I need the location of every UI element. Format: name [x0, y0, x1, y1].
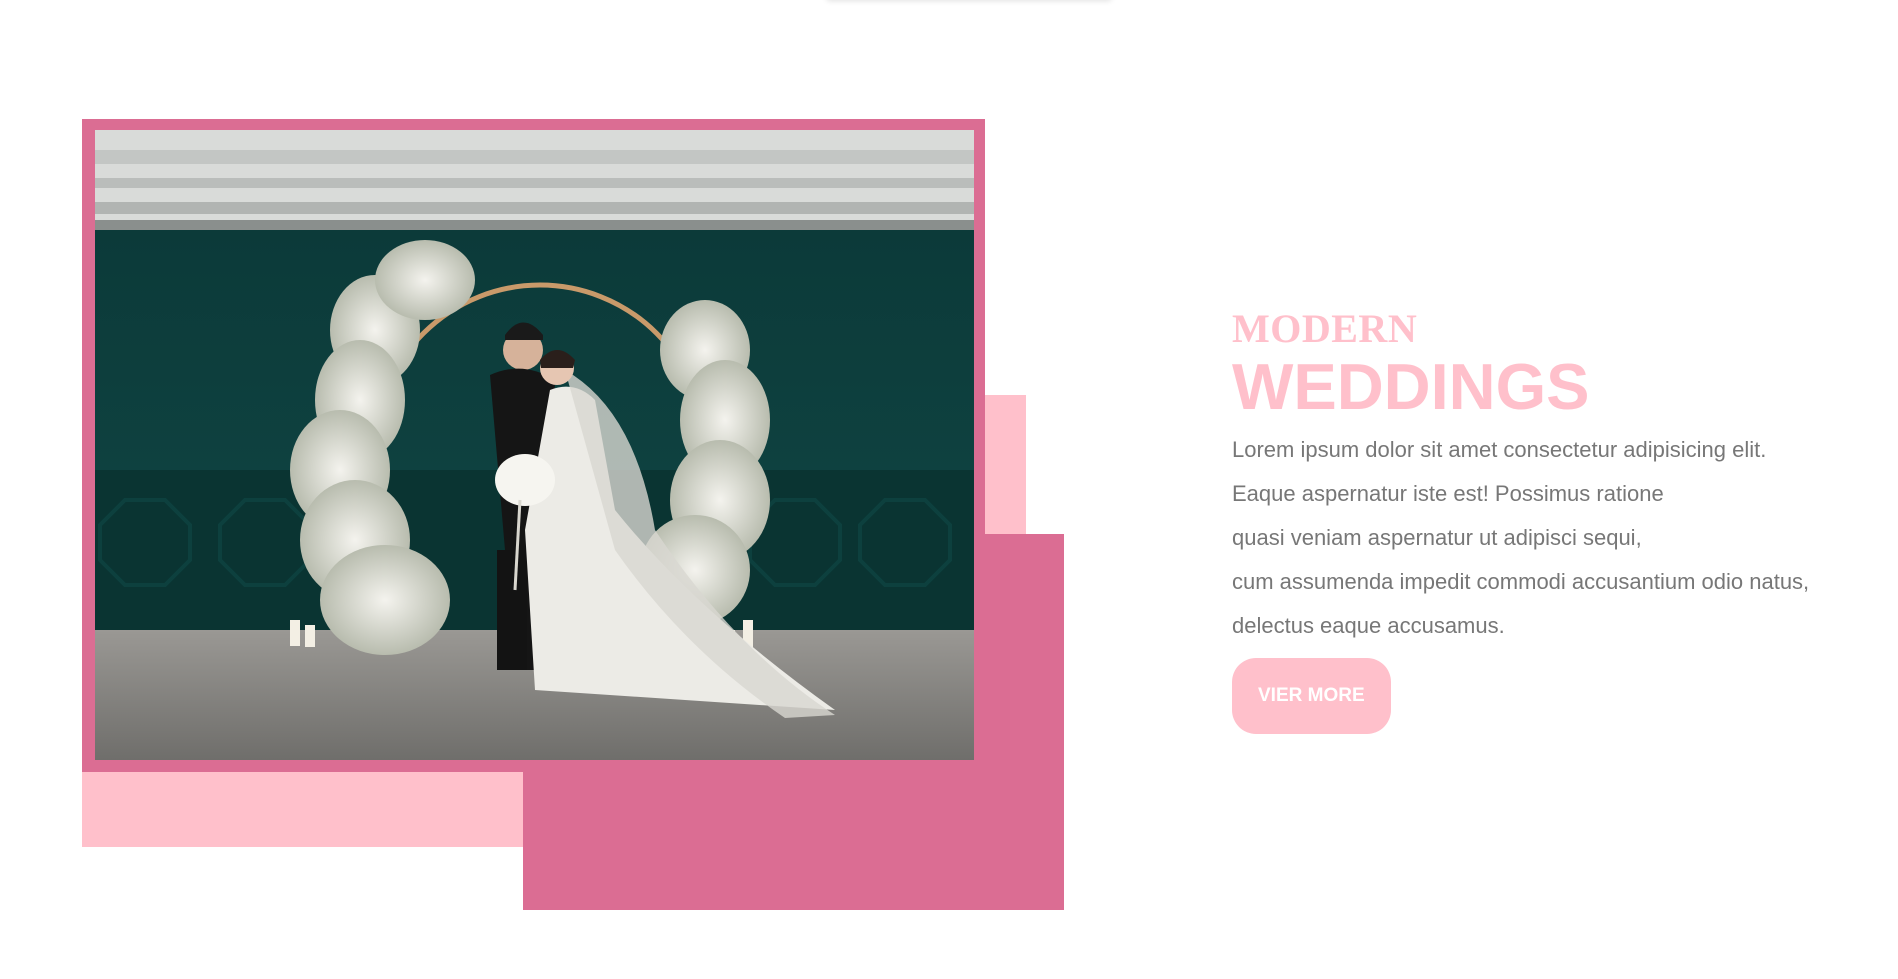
hero-body-line: quasi veniam aspernatur ut adipisci sequ… — [1232, 525, 1642, 550]
hero-body: Lorem ipsum dolor sit amet consectetur a… — [1232, 428, 1872, 648]
hero-kicker: MODERN — [1232, 306, 1418, 351]
view-more-button[interactable]: VIER MORE — [1232, 658, 1391, 734]
decor-block-light-bottom — [82, 772, 523, 847]
hero-body-line: cum assumenda impedit commodi accusantiu… — [1232, 569, 1810, 594]
decor-block-light-right — [985, 395, 1026, 534]
hero-body-line: Eaque aspernatur iste est! Possimus rati… — [1232, 481, 1664, 506]
hero-text: MODERN WEDDINGS Lorem ipsum dolor sit am… — [1232, 306, 1872, 734]
hero-body-line: Lorem ipsum dolor sit amet consectetur a… — [1232, 437, 1767, 462]
wedding-photo-image — [95, 130, 974, 760]
page: MODERN WEDDINGS Lorem ipsum dolor sit am… — [0, 0, 1898, 979]
wedding-photo — [95, 130, 974, 760]
hero-body-line: delectus eaque accusamus. — [1232, 613, 1505, 638]
hero-headline: WEDDINGS — [1232, 350, 1590, 423]
